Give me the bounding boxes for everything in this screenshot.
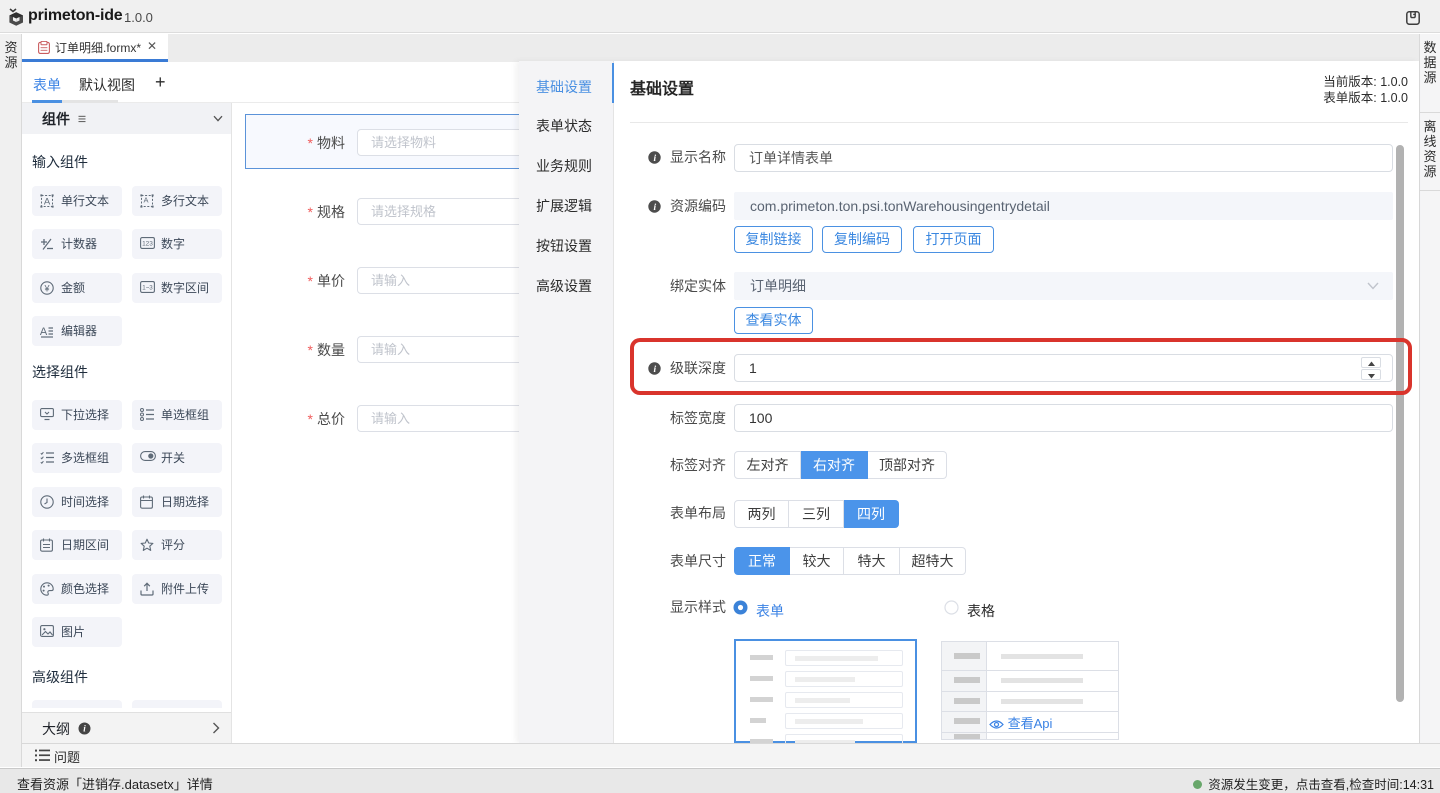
svg-text:123: 123 (142, 241, 153, 248)
svg-text:A: A (44, 197, 51, 208)
svg-text:A: A (40, 326, 48, 338)
svg-text:A: A (143, 196, 148, 205)
svg-text:1~3: 1~3 (142, 284, 153, 291)
svg-text:¥: ¥ (43, 283, 50, 293)
